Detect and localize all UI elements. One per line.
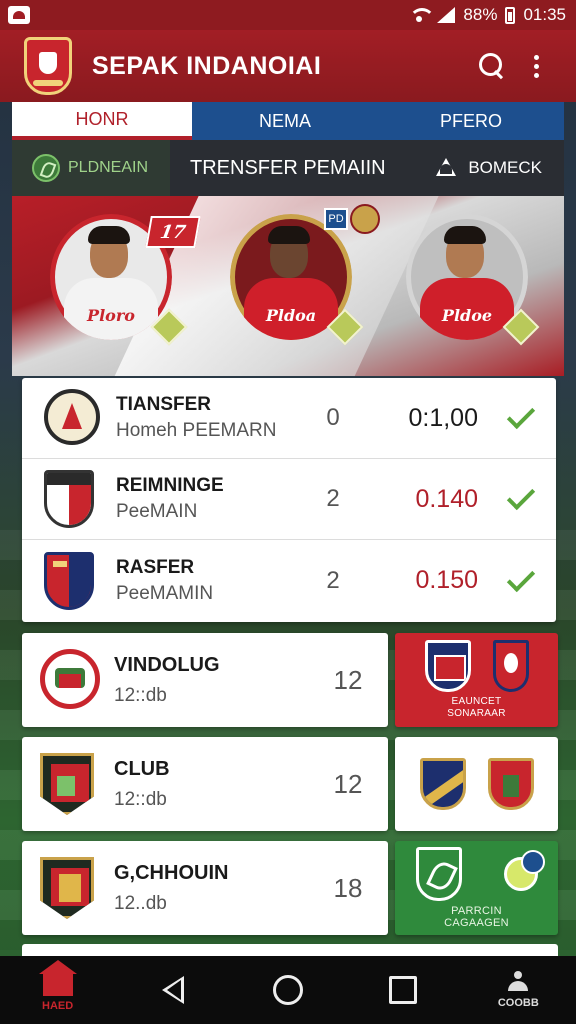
search-icon	[479, 53, 505, 79]
app-bar: SEPAK INDANOIAI	[0, 30, 576, 102]
nav-coach-label: COOBB	[497, 997, 539, 1009]
wifi-icon	[409, 8, 436, 22]
club-crest-icon	[40, 753, 100, 815]
club-card[interactable]: CLUB 12::db 12	[22, 737, 388, 831]
status-left	[8, 6, 30, 24]
signal-icon	[437, 7, 456, 23]
club-sub: 12::db	[114, 684, 167, 706]
promo-tile-green[interactable]: PARRCIN CAGAAGEN	[395, 841, 558, 935]
transfer-row[interactable]: RASFER PeeMAMIN 2 0.150	[22, 540, 556, 621]
subtab-pldneain-label: PLDNEAIN	[68, 159, 149, 176]
overflow-menu-button[interactable]	[514, 44, 558, 88]
transfer-subtitle: Homeh PEEMARN	[116, 420, 277, 441]
club-name: G,CHHOUIN	[114, 861, 229, 884]
subtab-bomeck[interactable]: BOMECK	[434, 140, 564, 196]
status-right: 88% 01:35	[409, 5, 566, 25]
transfer-subtitle: PeeMAMIN	[116, 582, 214, 604]
leaf-icon	[32, 154, 60, 182]
badge-pair: PD	[324, 204, 380, 234]
tab-nema[interactable]: NEMA	[192, 102, 378, 140]
round-badge-icon	[350, 204, 380, 234]
bell-icon	[434, 156, 458, 180]
circle-home-icon	[272, 975, 303, 1005]
transfer-title: TIANSFER	[116, 394, 211, 415]
more-vert-icon	[533, 54, 539, 78]
promo-tile-red[interactable]: EAUNCET SONARAAR	[395, 633, 558, 727]
ball-icon	[503, 850, 545, 891]
transfer-subtitle: PeeMAIN	[116, 501, 198, 522]
tile-caption-line2: SONARAAR	[447, 708, 506, 719]
tile-caption-line2: CAGAAGEN	[444, 917, 509, 929]
nav-home[interactable]: HAED	[18, 960, 98, 1020]
transfer-title: RASFER	[116, 556, 195, 578]
club-number: 12	[333, 664, 363, 695]
transfer-value: 0.140	[415, 484, 478, 513]
transfer-count: 2	[326, 566, 340, 594]
tile-caption-line1: PARRCIN	[451, 905, 502, 917]
back-icon	[161, 976, 184, 1004]
nav-back[interactable]	[133, 960, 213, 1020]
club-crest-icon	[44, 470, 100, 528]
transfer-title: REIMNINGE	[116, 475, 224, 496]
transfer-row[interactable]: TIANSFER Homeh PEEMARN 0 0:1,00	[22, 378, 556, 459]
club-crest-icon	[40, 649, 100, 711]
club-logo-icon[interactable]	[24, 37, 72, 95]
hero-banner[interactable]: Ploro Pldoa Pldoe 17 PD	[12, 196, 564, 376]
club-crest-icon	[492, 640, 529, 692]
club-crest-icon	[40, 857, 100, 919]
flag-badge: 17	[145, 216, 201, 248]
check-icon	[506, 563, 536, 592]
nav-recents[interactable]	[363, 960, 443, 1020]
check-icon	[506, 481, 536, 511]
battery-percent: 88%	[463, 5, 498, 24]
top-tabs: HONR NEMA PFERO	[12, 102, 564, 140]
club-crest-icon	[44, 389, 100, 447]
club-name: VINDOLUG	[114, 653, 220, 676]
nav-home-circle[interactable]	[248, 960, 328, 1020]
recents-icon	[389, 976, 418, 1004]
list-item[interactable]	[22, 944, 558, 956]
square-badge: PD	[324, 208, 348, 230]
promo-tile-white[interactable]	[395, 737, 558, 831]
transfer-value: 0.150	[415, 566, 478, 594]
subtab-pldneain[interactable]: PLDNEAIN	[12, 140, 170, 196]
club-card[interactable]: VINDOLUG 12::db 12	[22, 633, 388, 727]
nav-home-label: HAED	[42, 1000, 74, 1012]
clock: 01:35	[523, 5, 566, 24]
club-number: 18	[333, 872, 363, 903]
app-notification-icon	[8, 6, 30, 24]
club-sub: 12..db	[114, 892, 167, 914]
subtab-transfer-label: TRENSFER PEMAIIN	[190, 156, 386, 179]
subtab-transfer[interactable]: TRENSFER PEMAIIN	[170, 140, 434, 196]
coach-icon	[508, 971, 529, 993]
club-name: CLUB	[114, 757, 170, 780]
transfer-list: TIANSFER Homeh PEEMARN 0 0:1,00 REIMNING…	[22, 378, 556, 622]
search-button[interactable]	[470, 44, 514, 88]
club-crest-icon	[487, 758, 534, 810]
transfer-count: 2	[326, 485, 340, 512]
status-bar: 88% 01:35	[0, 0, 576, 30]
bottom-nav: HAED COOBB	[0, 956, 576, 1024]
club-number: 12	[333, 768, 363, 799]
club-crest-icon	[424, 640, 471, 692]
check-icon	[506, 400, 536, 430]
subtab-bomeck-label: BOMECK	[468, 158, 542, 177]
tile-caption-line1: EAUNCET	[451, 696, 502, 707]
battery-icon	[505, 6, 516, 24]
app-title: SEPAK INDANOIAI	[92, 51, 322, 80]
nav-coach[interactable]: COOBB	[478, 960, 558, 1020]
sub-tabs: PLDNEAIN TRENSFER PEMAIIN BOMECK	[12, 140, 564, 196]
leaf-shield-icon	[415, 847, 462, 901]
transfer-row[interactable]: REIMNINGE PeeMAIN 2 0.140	[22, 459, 556, 540]
club-crest-icon	[419, 758, 466, 810]
club-crest-icon	[44, 551, 100, 610]
tab-pfero[interactable]: PFERO	[378, 102, 564, 140]
transfer-value: 0:1,00	[408, 403, 478, 432]
tab-home[interactable]: HONR	[12, 102, 192, 140]
club-card[interactable]: G,CHHOUIN 12..db 18	[22, 841, 388, 935]
transfer-count: 0	[326, 404, 340, 431]
home-icon	[38, 960, 77, 996]
club-sub: 12::db	[114, 788, 167, 810]
